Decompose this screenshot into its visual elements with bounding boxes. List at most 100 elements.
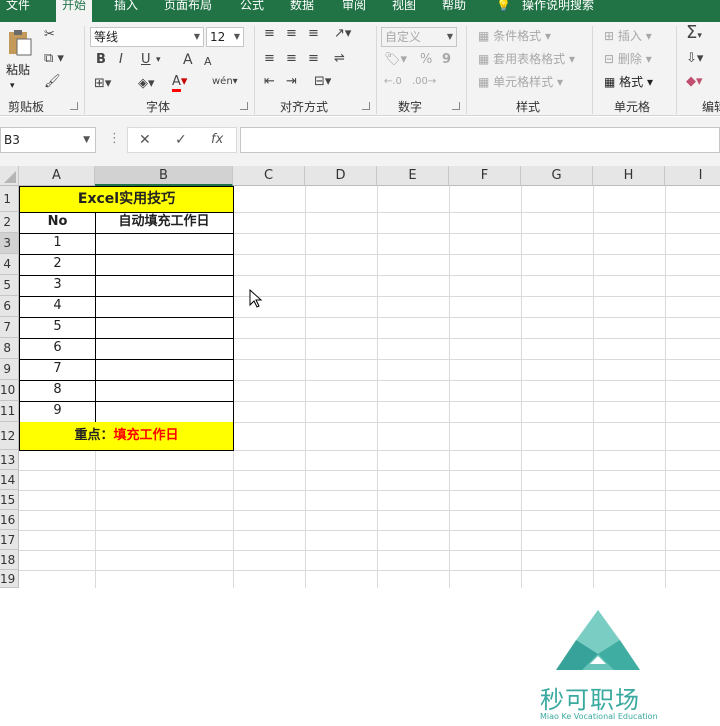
format-as-table-button[interactable]: ▦ 套用表格格式 ▾	[478, 51, 575, 67]
workday-cell[interactable]	[95, 338, 234, 360]
decrease-decimal-icon[interactable]: .00→	[412, 74, 436, 90]
format-cells-button[interactable]: ▦ 格式 ▾	[604, 74, 653, 90]
merge-center-icon[interactable]: ⊟▾	[314, 74, 331, 90]
column-header-g[interactable]: G	[521, 166, 593, 186]
row-header[interactable]: 12	[0, 422, 19, 450]
decrease-font-button[interactable]: A	[204, 54, 212, 70]
cut-icon[interactable]: ✂	[44, 27, 55, 43]
percent-button[interactable]: %	[420, 52, 432, 68]
row-header[interactable]: 13	[0, 450, 19, 470]
decrease-indent-icon[interactable]: ⇤	[264, 74, 275, 90]
fill-icon[interactable]: ⇩▾	[686, 51, 703, 67]
row-header[interactable]: 17	[0, 530, 19, 550]
cancel-icon[interactable]: ✕	[139, 132, 151, 148]
tab-formulas[interactable]: 公式	[240, 0, 264, 22]
number-cell[interactable]: 9	[19, 401, 96, 423]
tab-review[interactable]: 审阅	[342, 0, 366, 22]
workday-cell[interactable]	[95, 401, 234, 423]
tab-page-layout[interactable]: 页面布局	[164, 0, 212, 22]
conditional-formatting-button[interactable]: ▦ 条件格式 ▾	[478, 28, 551, 44]
alignment-launcher-icon[interactable]	[362, 102, 370, 110]
row-header[interactable]: 5	[0, 275, 19, 296]
note-cell[interactable]: 重点：填充工作日	[19, 422, 234, 451]
function-icon[interactable]: fx	[211, 132, 223, 148]
number-cell[interactable]: 3	[19, 275, 96, 297]
row-header[interactable]: 11	[0, 401, 19, 422]
number-cell[interactable]: 8	[19, 380, 96, 402]
tab-insert[interactable]: 插入	[114, 0, 138, 22]
column-header-b[interactable]: B	[95, 166, 233, 186]
worksheet-grid[interactable]: A B C D E F G H I 1 2 3 4 5 6 7 8 9 10 1…	[0, 166, 720, 721]
tab-file[interactable]: 文件	[6, 0, 30, 22]
row-header[interactable]: 2	[0, 212, 19, 233]
tab-home[interactable]: 开始	[56, 0, 93, 22]
italic-button[interactable]: I	[119, 52, 123, 68]
row-header[interactable]: 14	[0, 470, 19, 490]
number-cell[interactable]: 6	[19, 338, 96, 360]
currency-icon[interactable]: 🏷▾	[384, 52, 407, 68]
row-header[interactable]: 19	[0, 570, 19, 588]
number-cell[interactable]: 5	[19, 317, 96, 339]
align-left-icon[interactable]: ≡	[264, 51, 275, 67]
autosum-button[interactable]: Σ▾	[686, 24, 702, 44]
header-cell-workday[interactable]: 自动填充工作日	[95, 212, 234, 234]
confirm-icon[interactable]: ✓	[175, 132, 187, 148]
row-header[interactable]: 6	[0, 296, 19, 317]
fill-color-icon[interactable]: ◈▾	[138, 76, 155, 92]
align-top-icon[interactable]: ≡	[264, 26, 275, 42]
align-right-icon[interactable]: ≡	[308, 51, 319, 67]
clipboard-launcher-icon[interactable]	[70, 102, 78, 110]
cell-styles-button[interactable]: ▦ 单元格样式 ▾	[478, 74, 563, 90]
insert-cells-button[interactable]: ⊞ 插入 ▾	[604, 28, 652, 44]
column-header-h[interactable]: H	[593, 166, 665, 186]
tell-me-search[interactable]: 操作说明搜索	[522, 0, 594, 22]
font-size-select[interactable]: 12 ▼	[206, 27, 244, 47]
increase-indent-icon[interactable]: ⇥	[286, 74, 297, 90]
number-format-select[interactable]: 自定义 ▼	[381, 27, 457, 47]
header-cell-no[interactable]: No	[19, 212, 96, 234]
row-header[interactable]: 15	[0, 490, 19, 510]
workday-cell[interactable]	[95, 296, 234, 318]
underline-button[interactable]: U	[141, 52, 151, 68]
increase-decimal-icon[interactable]: ←.0	[384, 74, 402, 90]
increase-font-button[interactable]: A	[183, 52, 193, 68]
formula-bar-grip-icon[interactable]: ⋮	[108, 131, 121, 147]
align-center-icon[interactable]: ≡	[286, 51, 297, 67]
number-cell[interactable]: 7	[19, 359, 96, 381]
bold-button[interactable]: B	[96, 52, 106, 68]
row-header[interactable]: 7	[0, 317, 19, 338]
column-header-e[interactable]: E	[377, 166, 449, 186]
workday-cell[interactable]	[95, 359, 234, 381]
paste-dropdown-icon[interactable]: ▾	[10, 78, 15, 94]
clear-icon[interactable]: ◆▾	[686, 74, 703, 90]
lightbulb-icon[interactable]: 💡	[496, 0, 511, 22]
paste-label[interactable]: 粘贴	[6, 62, 30, 78]
copy-icon[interactable]: ⧉ ▾	[44, 51, 64, 67]
name-box[interactable]: B3 ▼	[0, 127, 96, 153]
phonetic-icon[interactable]: wén▾	[212, 74, 238, 90]
workday-cell[interactable]	[95, 254, 234, 276]
tab-view[interactable]: 视图	[392, 0, 416, 22]
align-middle-icon[interactable]: ≡	[286, 26, 297, 42]
column-header-a[interactable]: A	[19, 166, 95, 186]
workday-cell[interactable]	[95, 275, 234, 297]
comma-button[interactable]: 9	[442, 52, 451, 68]
font-color-icon[interactable]: A▾	[172, 74, 187, 92]
formula-input[interactable]	[240, 127, 720, 153]
row-header[interactable]: 3	[0, 233, 19, 254]
font-launcher-icon[interactable]	[240, 102, 248, 110]
row-header[interactable]: 10	[0, 380, 19, 401]
column-header-c[interactable]: C	[233, 166, 305, 186]
delete-cells-button[interactable]: ⊟ 删除 ▾	[604, 51, 652, 67]
row-header[interactable]: 4	[0, 254, 19, 275]
column-header-f[interactable]: F	[449, 166, 521, 186]
column-header-d[interactable]: D	[305, 166, 377, 186]
number-launcher-icon[interactable]	[452, 102, 460, 110]
workday-cell[interactable]	[95, 317, 234, 339]
row-header[interactable]: 18	[0, 550, 19, 570]
column-header-i[interactable]: I	[665, 166, 720, 186]
sheet-title-cell[interactable]: Excel实用技巧	[19, 186, 234, 213]
underline-dropdown-icon[interactable]: ▾	[156, 52, 161, 68]
font-name-select[interactable]: 等线 ▼	[90, 27, 204, 47]
number-cell[interactable]: 4	[19, 296, 96, 318]
